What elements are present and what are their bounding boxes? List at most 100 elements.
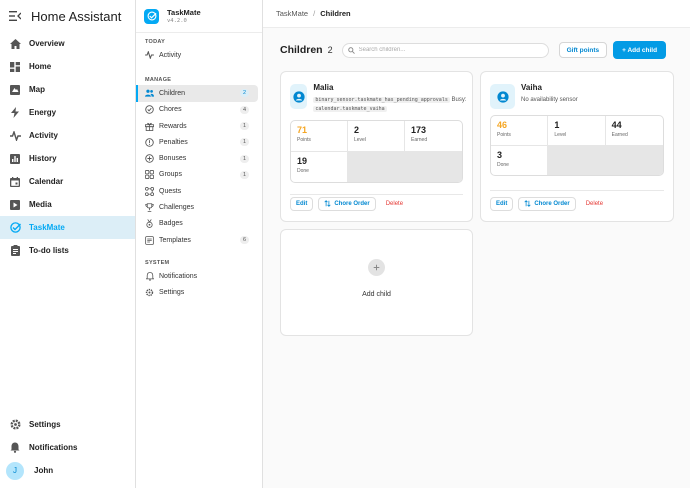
nav-item-todo[interactable]: To-do lists [0,239,135,262]
nav-item-label: Home [29,62,52,71]
child-avatar-icon [490,84,515,109]
count-badge: 1 [239,138,249,147]
nav-item-activity[interactable]: Activity [0,124,135,147]
child-stats: 46 Points 1 Level 44 Earned 3 Done [490,115,664,176]
nav-item-history[interactable]: History [0,147,135,170]
taskmate-sidebar: TaskMate v4.2.0 TODAY Activity MANAGE Ch… [136,0,263,488]
count-badge: 1 [239,170,249,179]
template-icon [145,235,154,245]
tm-item-challenges[interactable]: Challenges [136,199,258,215]
tm-item-chores[interactable]: Chores 4 [136,102,258,118]
count-badge: 6 [239,236,249,245]
nav-item-user[interactable]: J John [0,459,136,482]
stat-label: Points [497,132,511,138]
nav-item-label: Energy [29,108,57,117]
edit-button[interactable]: Edit [290,197,314,211]
delete-button[interactable]: Delete [380,197,409,211]
menu-toggle-icon[interactable] [8,9,22,23]
user-name: John [34,466,54,475]
activity-icon [145,51,154,60]
tm-item-children[interactable]: Children 2 [136,85,258,102]
tm-item-penalties[interactable]: Penalties 1 [136,134,258,150]
tm-item-settings[interactable]: Settings [136,285,258,301]
taskmate-icon [9,222,21,234]
section-system: SYSTEM [145,260,170,267]
nav-item-notifications[interactable]: Notifications [0,436,136,459]
search-icon [347,41,355,59]
tm-item-label: Settings [159,289,185,297]
tm-item-notifications[interactable]: Notifications [136,268,258,284]
stat-label: Level [354,137,366,143]
tm-item-bonuses[interactable]: Bonuses 1 [136,150,258,166]
edit-button[interactable]: Edit [490,197,514,211]
stat-done: 3 Done [491,145,549,175]
tm-item-groups[interactable]: Groups 1 [136,167,258,183]
tm-item-badges[interactable]: Badges [136,216,258,232]
nav-item-label: TaskMate [29,223,65,232]
calendar-icon [9,176,21,188]
media-icon [9,199,21,211]
stat-label: Earned [611,132,628,138]
child-stats: 71 Points 2 Level 173 Earned 19 Done [290,120,463,183]
search-box[interactable] [341,41,549,59]
breadcrumb-root[interactable]: TaskMate [276,9,308,18]
nav-item-label: Overview [29,39,65,48]
count-badge: 1 [239,122,249,131]
nav-item-media[interactable]: Media [0,193,135,216]
energy-icon [9,107,21,119]
tm-item-label: Penalties [159,138,188,146]
stat-value: 3 [497,149,503,160]
add-child-button[interactable]: + Add child [613,41,667,59]
delete-button[interactable]: Delete [580,197,609,211]
search-input[interactable] [358,47,539,53]
section-manage: MANAGE [145,77,172,84]
tm-item-label: Children [159,89,186,97]
tm-item-label: Rewards [159,122,187,130]
tm-item-activity[interactable]: Activity [136,47,258,63]
nav-item-energy[interactable]: Energy [0,101,135,124]
ha-nav: Overview Home Map Energy Activity Histor… [0,32,135,262]
stat-value: 46 [497,120,508,130]
gear-icon [9,419,21,431]
taskmate-version: v4.2.0 [167,18,187,24]
nav-item-label: History [29,154,57,163]
nav-item-taskmate[interactable]: TaskMate [0,216,135,239]
stat-label: Done [497,161,509,168]
section-today: TODAY [145,39,166,45]
activity-icon [9,130,21,142]
child-subtitle: No availability sensor [521,97,578,103]
add-child-card[interactable]: Add child [280,229,473,336]
ha-sidebar-bottom: Settings Notifications J John [0,413,136,482]
tm-item-templates[interactable]: Templates 6 [136,232,258,248]
gift-icon [145,122,154,131]
tm-item-quests[interactable]: Quests [136,183,258,199]
nav-item-label: Settings [29,420,61,429]
stat-earned: 173 Earned [405,121,462,152]
nav-item-settings[interactable]: Settings [0,413,136,436]
card-divider [290,194,463,195]
nav-item-label: Activity [29,131,58,140]
tm-item-rewards[interactable]: Rewards 1 [136,118,258,134]
stat-empty [548,145,663,175]
stat-value: 2 [354,125,360,135]
main-content: TaskMate / Children Children 2 Gift poin… [263,0,690,488]
nav-item-overview[interactable]: Overview [0,32,135,55]
chore-order-button[interactable]: Chore Order [518,197,576,211]
nav-item-home[interactable]: Home [0,55,135,78]
page-count: 2 [327,45,333,55]
breadcrumb: TaskMate / Children [263,0,690,28]
child-name: Vaiha [521,83,542,92]
stat-points: 71 Points [291,121,348,152]
stat-done: 19 Done [291,151,348,182]
child-card-vaiha: Vaiha No availability sensor 46 Points 1… [480,71,674,222]
nav-item-calendar[interactable]: Calendar [0,170,135,193]
chore-order-button[interactable]: Chore Order [318,197,376,211]
card-actions: Edit Chore Order Delete [490,197,613,211]
plus-circle-icon [145,154,154,163]
stat-label: Done [297,167,309,174]
card-divider [490,190,664,191]
ha-sidebar: Home Assistant Overview Home Map Energy … [0,0,136,488]
stat-empty [348,151,462,182]
nav-item-map[interactable]: Map [0,78,135,101]
gift-points-button[interactable]: Gift points [558,42,608,58]
